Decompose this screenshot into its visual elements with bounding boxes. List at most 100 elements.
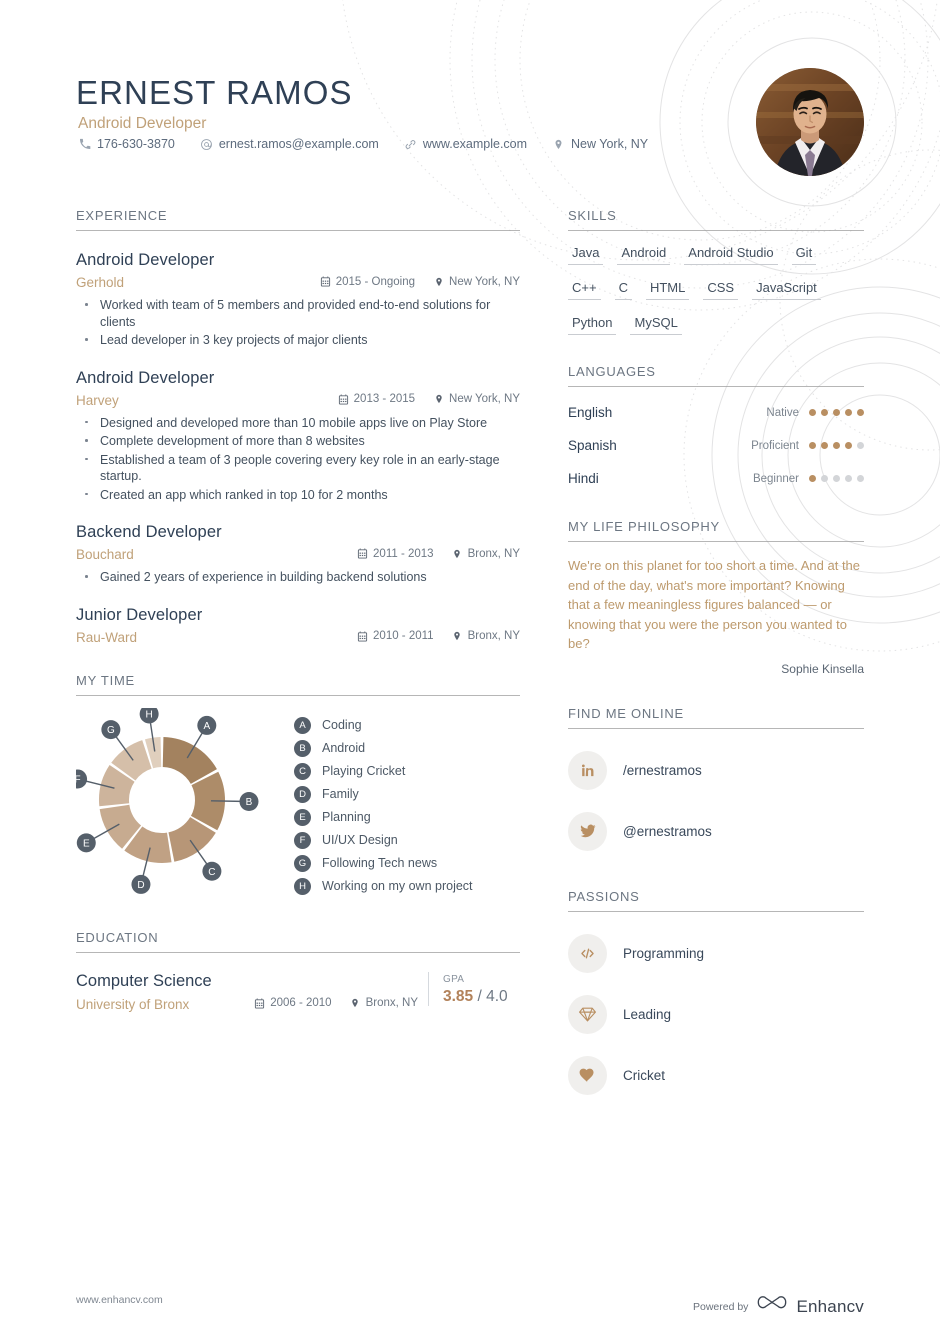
- avatar-wrapper: [756, 68, 864, 176]
- contact-email-text: ernest.ramos@example.com: [218, 137, 379, 151]
- section-divider: [76, 230, 520, 231]
- twitter-handle: @ernestramos: [623, 823, 712, 839]
- donut-badge-label: D: [137, 880, 144, 891]
- linkedin-handle: /ernestramos: [623, 762, 702, 778]
- language-level: Native: [766, 406, 799, 419]
- rating-dot: [833, 409, 840, 416]
- skill-tag[interactable]: MySQL: [630, 315, 682, 335]
- skill-tag[interactable]: Java: [568, 245, 604, 265]
- contact-phone[interactable]: 176-630-3870: [78, 137, 175, 151]
- skill-tag[interactable]: Git: [791, 245, 817, 265]
- legend-item: A Coding: [294, 714, 473, 737]
- donut-leader-line: [210, 799, 242, 802]
- job-dates: 2011 - 2013: [357, 548, 434, 560]
- contact-website[interactable]: www.example.com: [404, 137, 527, 151]
- rating-dot: [809, 409, 816, 416]
- passion-item-cricket: Cricket: [568, 1055, 864, 1095]
- job-bullets: Gained 2 years of experience in building…: [76, 569, 520, 586]
- education-item: Computer Science University of Bronx 200…: [76, 971, 520, 1012]
- footer-url[interactable]: www.enhancv.com: [76, 1294, 163, 1306]
- language-rating-dots: [809, 442, 864, 449]
- job-meta-row: Harvey 2013 - 2015 New York, NY: [76, 393, 520, 408]
- rating-dot: [821, 409, 828, 416]
- legend-badge-h: H: [294, 877, 311, 895]
- donut-badge-label: E: [83, 838, 90, 849]
- my-time-donut-chart: A B C D E F G H: [68, 703, 286, 898]
- skill-tag[interactable]: CSS: [703, 280, 739, 300]
- job-bullet: Lead developer in 3 key projects of majo…: [76, 332, 520, 349]
- donut-badge-label: F: [76, 774, 81, 785]
- rating-dot: [833, 475, 840, 482]
- rating-dot: [857, 442, 864, 449]
- skill-tag[interactable]: Python: [568, 315, 617, 335]
- passion-label: Cricket: [623, 1067, 666, 1083]
- legend-badge-b: B: [294, 739, 311, 757]
- language-name: English: [568, 405, 613, 420]
- job-role-subtitle: Android Developer: [78, 115, 207, 132]
- social-link-twitter[interactable]: @ernestramos: [568, 811, 864, 851]
- job-dates: 2015 - Ongoing: [320, 276, 415, 288]
- philosophy-author: Sophie Kinsella: [781, 661, 864, 676]
- job-title: Android Developer: [76, 251, 215, 269]
- language-level: Beginner: [752, 472, 799, 485]
- section-divider: [568, 230, 864, 231]
- legend-item: C Playing Cricket: [294, 760, 473, 783]
- job-meta-row: Rau-Ward 2010 - 2011 Bronx, NY: [76, 630, 520, 645]
- legend-item: F UI/UX Design: [294, 829, 473, 852]
- calendar-icon: [338, 393, 349, 405]
- twitter-icon: [568, 811, 607, 851]
- skills-list: Java Android Android Studio Git C++ C HT…: [568, 245, 864, 350]
- code-icon: [568, 933, 607, 973]
- language-name: Spanish: [568, 438, 617, 453]
- job-bullet: Designed and developed more than 10 mobi…: [76, 415, 520, 432]
- gpa-scale: / 4.0: [477, 987, 508, 1005]
- left-column: EXPERIENCE Android Developer Gerhold 201…: [68, 208, 520, 1012]
- skill-tag[interactable]: Android: [617, 245, 671, 265]
- resume-page: ERNEST RAMOS Android Developer 176-630-3…: [0, 0, 940, 1330]
- job-location: New York, NY: [433, 276, 520, 288]
- job-bullets: Designed and developed more than 10 mobi…: [76, 415, 520, 504]
- legend-label: Working on my own project: [322, 879, 473, 893]
- resume-header: ERNEST RAMOS Android Developer 176-630-3…: [0, 0, 940, 200]
- social-link-linkedin[interactable]: /ernestramos: [568, 750, 864, 790]
- location-icon: [452, 548, 463, 560]
- location-icon: [350, 997, 361, 1009]
- job-meta-row: Bouchard 2011 - 2013 Bronx, NY: [76, 547, 520, 562]
- legend-item: H Working on my own project: [294, 875, 473, 898]
- rating-dot: [809, 442, 816, 449]
- legend-label: Following Tech news: [322, 856, 438, 870]
- diamond-icon: [568, 994, 607, 1034]
- job-location: New York, NY: [433, 393, 520, 405]
- skill-tag[interactable]: C: [614, 280, 632, 300]
- job-dates: 2013 - 2015: [338, 393, 415, 405]
- experience-item: Backend Developer Bouchard 2011 - 2013 B…: [76, 523, 520, 586]
- job-dates: 2010 - 2011: [357, 630, 434, 642]
- skill-tag[interactable]: Android Studio: [684, 245, 778, 265]
- experience-item: Android Developer Gerhold 2015 - Ongoing…: [76, 251, 520, 349]
- location-icon: [433, 276, 444, 288]
- experience-item: Junior Developer Rau-Ward 2010 - 2011 Br…: [76, 606, 520, 645]
- skill-tag[interactable]: JavaScript: [752, 280, 821, 300]
- job-bullet: Created an app which ranked in top 10 fo…: [76, 487, 520, 504]
- location-icon: [452, 630, 463, 642]
- legend-label: Planning: [322, 810, 371, 824]
- rating-dot: [845, 409, 852, 416]
- section-find-me-online: FIND ME ONLINE /ernestramos @ernestramos: [568, 706, 864, 851]
- section-title-my-time: MY TIME: [76, 672, 135, 688]
- heart-icon: [568, 1055, 607, 1095]
- education-degree: Computer Science: [76, 971, 212, 990]
- location-icon: [433, 393, 444, 405]
- language-rating-dots: [809, 475, 864, 482]
- contact-email[interactable]: ernest.ramos@example.com: [200, 137, 379, 151]
- avatar: [756, 68, 864, 176]
- section-languages: LANGUAGES English Native Spanish Profici…: [568, 364, 864, 486]
- language-row: Spanish Proficient: [568, 438, 864, 453]
- skill-tag[interactable]: C++: [568, 280, 601, 300]
- education-location: Bronx, NY: [350, 997, 418, 1009]
- legend-item: G Following Tech news: [294, 852, 473, 875]
- rating-dot: [857, 409, 864, 416]
- philosophy-quote: We're on this planet for too short a tim…: [568, 558, 861, 651]
- skill-tag[interactable]: HTML: [645, 280, 690, 300]
- language-row: Hindi Beginner: [568, 471, 864, 486]
- right-column: SKILLS Java Android Android Studio Git C…: [568, 208, 864, 1095]
